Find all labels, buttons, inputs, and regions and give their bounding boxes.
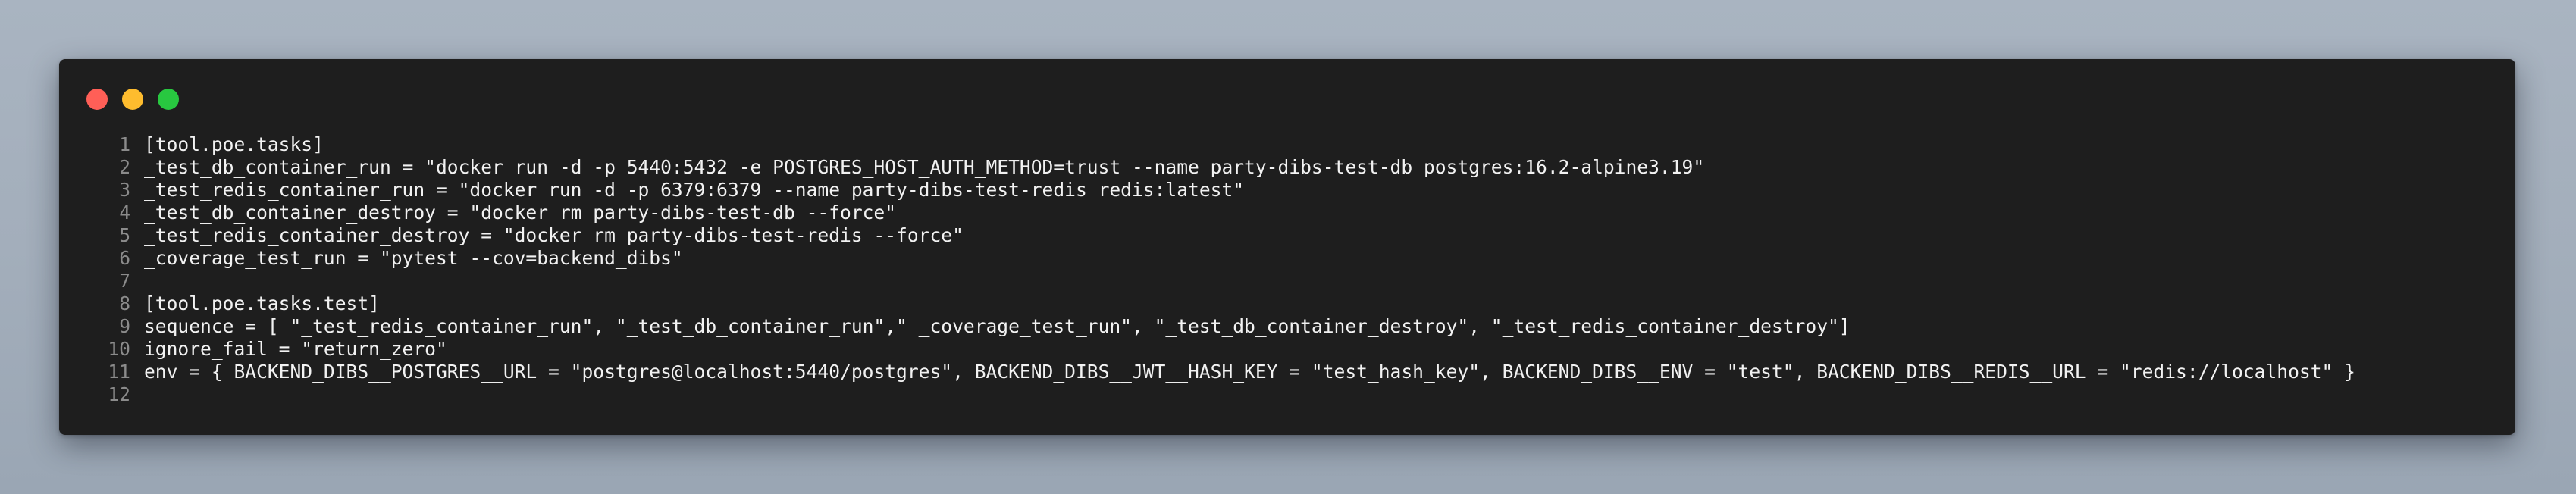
code-text: [tool.poe.tasks.test] — [144, 292, 380, 314]
line-number: 12 — [108, 383, 130, 405]
line-number: 10 — [108, 338, 130, 360]
minimize-button[interactable] — [122, 89, 143, 110]
code-text: env = { BACKEND_DIBS__POSTGRES__URL = "p… — [144, 361, 2355, 383]
line-number: 11 — [108, 361, 130, 383]
line-number: 3 — [119, 179, 130, 201]
line-number: 5 — [119, 224, 130, 246]
code-window: 1 [tool.poe.tasks] 2 _test_db_container_… — [59, 59, 2515, 435]
code-line: 8 [tool.poe.tasks.test] — [86, 292, 2500, 315]
code-line: 2 _test_db_container_run = "docker run -… — [86, 156, 2500, 179]
code-line: 5 _test_redis_container_destroy = "docke… — [86, 224, 2500, 247]
line-number: 9 — [119, 315, 130, 337]
window-controls — [86, 89, 179, 110]
code-text: [tool.poe.tasks] — [144, 133, 324, 155]
code-text: _test_redis_container_destroy = "docker … — [144, 224, 964, 246]
code-line: 1 [tool.poe.tasks] — [86, 133, 2500, 156]
maximize-button[interactable] — [158, 89, 179, 110]
code-line: 6 _coverage_test_run = "pytest --cov=bac… — [86, 247, 2500, 270]
code-text: _coverage_test_run = "pytest --cov=backe… — [144, 247, 683, 269]
line-number: 6 — [119, 247, 130, 269]
code-text: _test_db_container_run = "docker run -d … — [144, 156, 1705, 178]
line-number: 1 — [119, 133, 130, 155]
code-line: 12 — [86, 383, 2500, 406]
code-text: sequence = [ "_test_redis_container_run"… — [144, 315, 1851, 337]
code-text: ignore_fail = "return_zero" — [144, 338, 447, 360]
code-line: 11 env = { BACKEND_DIBS__POSTGRES__URL =… — [86, 361, 2500, 383]
line-number: 4 — [119, 202, 130, 224]
line-number: 2 — [119, 156, 130, 178]
line-number: 7 — [119, 270, 130, 292]
code-line: 3 _test_redis_container_run = "docker ru… — [86, 179, 2500, 202]
code-line: 10 ignore_fail = "return_zero" — [86, 338, 2500, 361]
code-line: 9 sequence = [ "_test_redis_container_ru… — [86, 315, 2500, 338]
close-button[interactable] — [86, 89, 108, 110]
code-text: _test_redis_container_run = "docker run … — [144, 179, 1245, 201]
code-text: _test_db_container_destroy = "docker rm … — [144, 202, 897, 224]
code-block: 1 [tool.poe.tasks] 2 _test_db_container_… — [86, 133, 2500, 406]
code-line: 7 — [86, 270, 2500, 292]
line-number: 8 — [119, 292, 130, 314]
code-line: 4 _test_db_container_destroy = "docker r… — [86, 202, 2500, 224]
